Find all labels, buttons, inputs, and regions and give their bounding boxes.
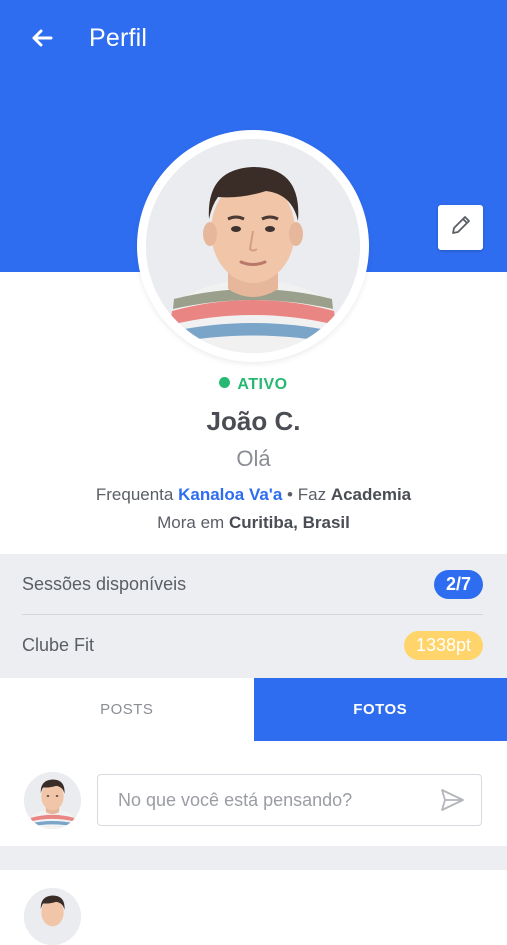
sessions-label: Sessões disponíveis <box>22 574 186 595</box>
gym-link[interactable]: Kanaloa Va'a <box>178 485 282 504</box>
send-button[interactable] <box>439 787 465 813</box>
location-prefix: Mora em <box>157 513 224 532</box>
tab-posts[interactable]: POSTS <box>0 678 254 741</box>
stats-panel: Sessões disponíveis 2/7 Clube Fit 1338pt <box>0 554 507 678</box>
send-icon <box>439 787 465 813</box>
status-dot-icon <box>219 377 230 388</box>
profile-greeting: Olá <box>0 446 507 472</box>
profile-tabs: POSTS FOTOS <box>0 678 507 741</box>
profile-gym-line: Frequenta Kanaloa Va'a • Faz Academia <box>0 485 507 505</box>
activity-value: Academia <box>331 485 411 504</box>
club-points-badge: 1338pt <box>404 631 483 660</box>
avatar-photo <box>146 139 360 353</box>
location-value: Curitiba, Brasil <box>229 513 350 532</box>
pencil-icon <box>449 213 473 242</box>
post-input-box[interactable] <box>97 774 482 826</box>
gym-prefix: Frequenta <box>96 485 174 504</box>
club-row: Clube Fit 1338pt <box>22 615 483 675</box>
page-title: Perfil <box>89 24 147 53</box>
edit-profile-button[interactable] <box>438 205 483 250</box>
next-post-card <box>0 870 507 910</box>
arrow-left-icon <box>31 29 53 52</box>
profile-location-line: Mora em Curitiba, Brasil <box>0 513 507 533</box>
status-badge: ATIVO <box>0 376 507 394</box>
avatar <box>24 888 81 945</box>
status-label: ATIVO <box>237 376 287 393</box>
sessions-badge: 2/7 <box>434 570 483 599</box>
back-button[interactable] <box>28 26 56 54</box>
post-input[interactable] <box>116 775 420 826</box>
club-label: Clube Fit <box>22 635 94 656</box>
profile-avatar <box>137 130 369 362</box>
profile-name: João C. <box>0 406 507 437</box>
separator: • <box>287 485 293 504</box>
avatar <box>24 772 81 829</box>
tab-fotos[interactable]: FOTOS <box>254 678 507 741</box>
sessions-row: Sessões disponíveis 2/7 <box>22 554 483 614</box>
activity-prefix: Faz <box>298 485 326 504</box>
post-composer <box>0 741 507 846</box>
